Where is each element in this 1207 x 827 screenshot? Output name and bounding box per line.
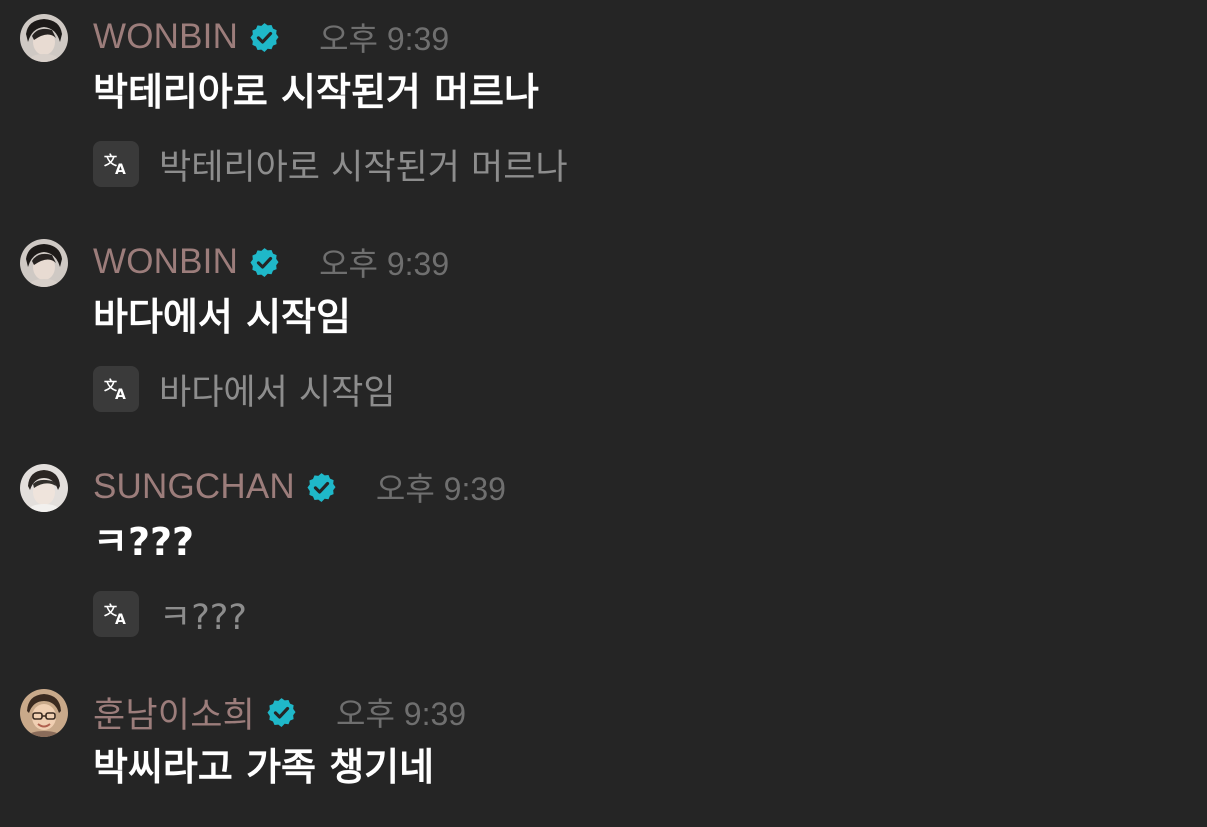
chat-panel: WONBIN 오후 9:39 박테리아로 시작된거 머르나 文 A 박테리아로 … <box>0 0 1207 827</box>
translation-row: 文 A 바다에서 시작임 <box>93 365 396 413</box>
message-header: WONBIN 오후 9:39 <box>93 237 449 287</box>
timestamp: 오후 9:39 <box>336 696 467 732</box>
translation-text: 박테리아로 시작된거 머르나 <box>159 147 568 188</box>
avatar[interactable] <box>20 464 68 512</box>
translation-row: 文 A 박테리아로 시작된거 머르나 <box>93 140 568 188</box>
timestamp: 오후 9:39 <box>375 471 506 507</box>
message-header: WONBIN 오후 9:39 <box>93 12 449 62</box>
verified-badge-icon <box>265 696 298 729</box>
avatar[interactable] <box>20 689 68 737</box>
verified-badge-icon <box>305 471 338 504</box>
translation-text: ㅋ??? <box>159 597 247 638</box>
translate-icon[interactable]: 文 A <box>93 591 139 637</box>
message-text: 박씨라고 가족 챙기네 <box>93 745 435 789</box>
translate-icon[interactable]: 文 A <box>93 141 139 187</box>
translation-text: 바다에서 시작임 <box>159 372 396 413</box>
svg-text:A: A <box>115 162 126 178</box>
verified-badge-icon <box>248 246 281 279</box>
avatar[interactable] <box>20 14 68 62</box>
author-name[interactable]: 훈남이소희 <box>93 687 255 738</box>
verified-badge-icon <box>248 21 281 54</box>
message-text: 바다에서 시작임 <box>93 295 351 339</box>
svg-text:A: A <box>115 612 126 628</box>
message-header: 훈남이소희 오후 9:39 <box>93 687 466 737</box>
author-name[interactable]: WONBIN <box>93 242 238 282</box>
timestamp: 오후 9:39 <box>319 246 450 282</box>
svg-text:A: A <box>115 387 126 403</box>
author-name[interactable]: SUNGCHAN <box>93 467 295 507</box>
message-text: ㅋ??? <box>93 520 195 564</box>
message-header: SUNGCHAN 오후 9:39 <box>93 462 506 512</box>
author-name[interactable]: WONBIN <box>93 17 238 57</box>
message-text: 박테리아로 시작된거 머르나 <box>93 70 539 114</box>
avatar[interactable] <box>20 239 68 287</box>
timestamp: 오후 9:39 <box>319 21 450 57</box>
translate-icon[interactable]: 文 A <box>93 366 139 412</box>
translation-row: 文 A ㅋ??? <box>93 590 247 638</box>
